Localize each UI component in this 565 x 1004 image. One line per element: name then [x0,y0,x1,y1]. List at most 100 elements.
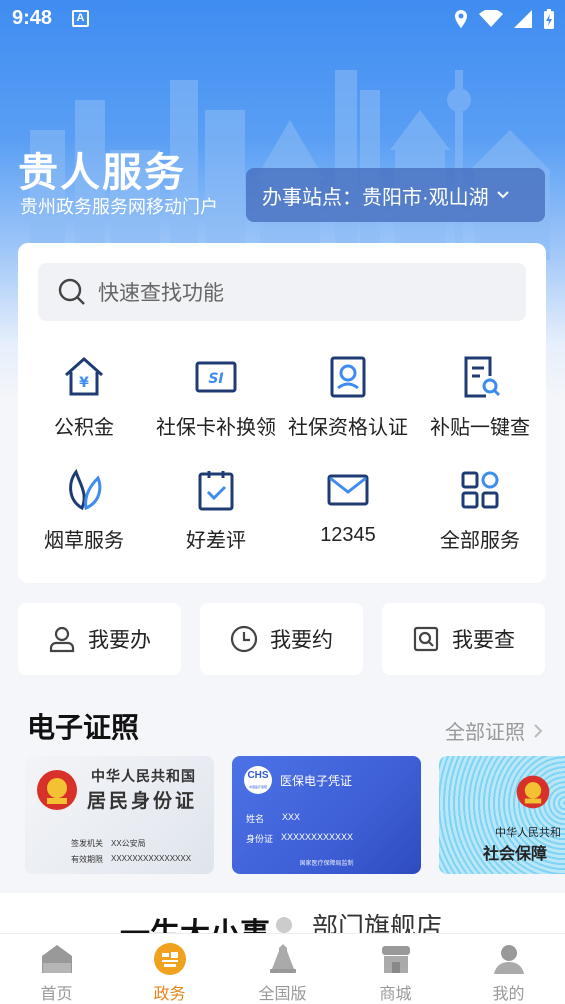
svg-text:SI: SI [208,371,223,387]
id-label: 身份证 [246,834,274,844]
search-icon [58,278,85,305]
promo-strip: 一生大小事 部门旗舰店 [0,893,565,933]
medical-insurance-certificate[interactable]: CHS 中国医疗保障 医保电子凭证 姓名 XXX 身份证 XXXXXXXXXXX… [232,756,421,874]
tab-shop[interactable]: 商城 [339,934,452,1004]
medical-footer: 国家医疗保障局监制 [299,861,354,867]
search-doc-icon [413,626,439,652]
medical-name-row: 姓名 XXX [246,812,300,825]
certification-icon [330,356,366,398]
housing-fund-icon: ¥ [65,356,103,396]
service-tobacco[interactable]: 烟草服务 [18,468,150,553]
station-label: 办事站点：贵阳市·观山湖 [262,186,489,209]
wifi-icon [479,10,503,27]
action-label: 我要约 [270,629,333,652]
action-label: 我要办 [88,629,151,652]
action-label: 我要查 [452,629,515,652]
id-card-line2: 居民身份证 [87,791,198,812]
do-business-button[interactable]: 我要办 [18,603,181,675]
id-card-line1: 中华人民共和国 [91,768,196,784]
person-icon [49,626,75,653]
clock-icon [230,625,258,653]
all-certificates-link[interactable]: 全部证照 [445,716,543,745]
notification-a-icon: A [72,10,89,27]
tab-label: 政务 [153,986,186,1003]
medical-title: 医保电子凭证 [280,774,353,788]
service-subsidy[interactable]: 补贴一键查 [414,355,546,440]
tab-label: 首页 [40,986,73,1003]
query-button[interactable]: 我要查 [382,603,545,675]
chs-logo-text: CHS [247,770,269,781]
name-value: XXX [282,812,301,822]
service-label: 社保卡补换领 [156,417,276,439]
bell-icon [269,944,296,973]
name-label: 姓名 [246,814,265,824]
app-subtitle: 贵州政务服务网移动门户 [20,197,218,217]
tobacco-leaf-icon [69,468,102,511]
national-emblem-icon [516,775,550,809]
service-label: 全部服务 [440,530,520,552]
id-value: XXXXXXXXXXXX [281,832,354,842]
service-social-card[interactable]: SI 社保卡补换领 [150,355,282,440]
svg-text:¥: ¥ [79,375,89,391]
valid-label: 有效期限 [71,855,103,864]
subsidy-search-icon [464,356,501,398]
tab-label: 全国版 [258,986,307,1003]
social-line2: 社会保障 [483,846,548,863]
medical-id-row: 身份证 XXXXXXXXXXXX [246,832,353,845]
grid-apps-icon [461,471,499,509]
tab-gov[interactable]: 政务 [113,934,226,1004]
chevron-down-icon [496,191,509,199]
decoration-icon [276,917,292,933]
id-card-certificate[interactable]: 中华人民共和国 居民身份证 签发机关 XX公安局 有效期限 XXXXXXXXXX… [25,756,214,874]
chs-logo: CHS 中国医疗保障 [244,766,272,794]
social-security-certificate[interactable]: 中华人民共和 社会保障 [439,756,565,874]
signal-icon [514,10,532,28]
certificates-title: 电子证照 [27,712,140,743]
service-housing-fund[interactable]: ¥ 公积金 [18,355,150,440]
chevron-right-icon [534,723,543,738]
chs-logo-subtitle: 中国医疗保障 [248,785,267,789]
tab-national[interactable]: 全国版 [226,934,339,1004]
service-card: 快速查找功能 ¥ 公积金 SI 社保卡补换领 社保资格认证 补贴一键查 烟草服务… [18,243,546,583]
national-emblem-icon [37,770,77,810]
tab-label: 我的 [492,986,525,1003]
battery-icon [544,9,554,29]
issuer-label: 签发机关 [71,839,103,848]
tab-home[interactable]: 首页 [0,934,113,1004]
service-12345[interactable]: 12345 [282,468,414,547]
clipboard-check-icon [198,471,234,511]
gov-badge-icon [153,943,186,975]
id-card-validity: 有效期限 XXXXXXXXXXXXXXX [71,854,191,865]
social-card-icon: SI [195,361,237,393]
search-bar[interactable]: 快速查找功能 [38,263,526,321]
user-icon [493,945,524,974]
search-placeholder: 快速查找功能 [98,282,224,305]
service-all[interactable]: 全部服务 [414,468,546,553]
tab-mine[interactable]: 我的 [452,934,565,1004]
promo-life-events[interactable]: 一生大小事 [120,909,270,933]
all-certificates-label: 全部证照 [445,722,525,744]
location-icon [455,10,467,28]
status-time: 9:48 [12,7,53,29]
promo-department-store[interactable]: 部门旗舰店 [312,907,442,933]
service-label: 好差评 [186,530,246,552]
tab-label: 商城 [379,986,412,1003]
service-label: 补贴一键查 [430,417,530,439]
service-label: 社保资格认证 [288,417,408,439]
status-icons [453,8,555,30]
shop-icon [381,946,410,973]
issuer-value: XX公安局 [111,839,146,848]
appointment-button[interactable]: 我要约 [200,603,363,675]
bottom-tab-bar: 首页 政务 全国版 商城 我的 [0,933,565,1004]
service-label: 烟草服务 [44,530,124,552]
station-selector[interactable]: 办事站点：贵阳市·观山湖 [246,168,545,222]
service-label: 公积金 [54,417,114,439]
status-bar: 9:48 A [0,0,565,38]
service-rating[interactable]: 好差评 [150,468,282,553]
service-label: 12345 [320,524,376,546]
valid-value: XXXXXXXXXXXXXXX [111,854,192,863]
service-qualification[interactable]: 社保资格认证 [282,355,414,440]
social-line1: 中华人民共和 [495,827,561,839]
mail-icon [327,474,369,506]
home-icon [41,945,72,973]
